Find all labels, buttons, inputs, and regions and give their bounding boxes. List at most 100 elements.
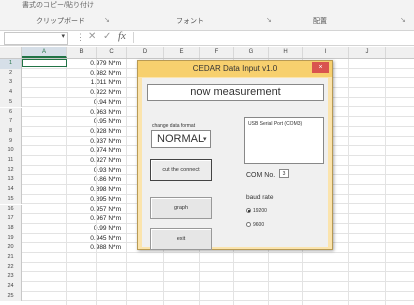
cell-value[interactable]: 1.011 N*m [73, 78, 121, 86]
cell-value[interactable]: 0.94 N*m [73, 98, 121, 106]
com-number-field[interactable]: 3 [279, 169, 289, 178]
formula-bar-divider: ⋮ [76, 32, 85, 42]
row-header[interactable]: 11 [0, 156, 22, 166]
select-all-corner[interactable] [0, 47, 22, 58]
cell-value[interactable]: 0.979 N*m [73, 59, 121, 67]
row-header[interactable]: 4 [0, 88, 22, 98]
chevron-down-icon[interactable]: ▾ [203, 135, 207, 143]
cell-value[interactable]: 0.93 N*m [73, 166, 121, 174]
row-header[interactable]: 16 [0, 204, 22, 215]
dialog-title: CEDAR Data Input v1.0 [192, 64, 278, 73]
cancel-icon[interactable]: ✕ [88, 31, 96, 42]
clipboard-group-label: クリップボード [36, 18, 85, 25]
cell-value[interactable]: 0.895 N*m [73, 195, 121, 203]
column-headers: ABCDEFGHIJ [0, 47, 414, 59]
insert-function-button[interactable]: fx [118, 30, 126, 42]
formula-input[interactable] [133, 32, 412, 43]
radio-selected-icon[interactable] [246, 208, 251, 214]
cell-value[interactable]: 0.982 N*m [73, 69, 121, 77]
cell-value[interactable]: 0.928 N*m [73, 127, 121, 135]
cut-connect-button[interactable]: cut the connect [150, 159, 212, 181]
column-header[interactable]: H [269, 47, 303, 58]
clipboard-launcher-icon[interactable]: ↘ [104, 16, 110, 24]
exit-button[interactable]: exit [150, 228, 212, 250]
table-row: 24 [0, 282, 414, 292]
format-painter-label[interactable]: 書式のコピー/貼り付け [22, 0, 94, 10]
column-gridline [126, 59, 127, 305]
row-header[interactable]: 14 [0, 185, 22, 195]
measurement-display: now measurement [147, 84, 324, 101]
column-header[interactable]: I [303, 47, 349, 58]
radio-unselected-icon[interactable] [246, 222, 251, 228]
baud-option-label: 9600 [253, 222, 265, 228]
row-header[interactable]: 8 [0, 126, 22, 137]
data-format-select[interactable]: NORMAL ▾ [151, 130, 211, 148]
table-row: 23 [0, 272, 414, 283]
column-header[interactable]: F [200, 47, 234, 58]
cell-value[interactable]: 0.99 N*m [73, 224, 121, 232]
cell-value[interactable]: 0.963 N*m [73, 108, 121, 116]
row-header[interactable]: 25 [0, 291, 22, 302]
active-cell-a1[interactable] [22, 59, 67, 67]
row-header[interactable]: 1 [0, 59, 22, 69]
cell-value[interactable]: 0.95 N*m [73, 117, 121, 125]
cell-value[interactable]: 0.974 N*m [73, 146, 121, 154]
row-header[interactable]: 13 [0, 175, 22, 186]
row-header[interactable]: 10 [0, 146, 22, 156]
usb-port-listbox[interactable]: USB Serial Port (COM3) [244, 117, 324, 164]
chevron-down-icon[interactable]: ▾ [61, 32, 65, 40]
column-header[interactable]: E [164, 47, 200, 58]
row-header[interactable]: 12 [0, 165, 22, 176]
ribbon: 書式のコピー/貼り付け クリップボード ↘ フォント ↘ 配置 ↘ [0, 0, 414, 31]
row-header[interactable]: 2 [0, 68, 22, 79]
row-header[interactable]: 21 [0, 253, 22, 263]
row-header[interactable]: 5 [0, 97, 22, 108]
column-header[interactable]: J [349, 47, 386, 58]
row-header[interactable]: 3 [0, 78, 22, 89]
row-header[interactable]: 7 [0, 117, 22, 127]
cedar-dialog: CEDAR Data Input v1.0 × now measurement … [137, 60, 333, 250]
row-header[interactable]: 6 [0, 107, 22, 118]
row-header[interactable]: 20 [0, 243, 22, 253]
cell-value[interactable]: 0.945 N*m [73, 234, 121, 242]
column-header[interactable]: A [22, 47, 67, 58]
column-header[interactable]: C [97, 47, 127, 58]
alignment-launcher-icon[interactable]: ↘ [400, 16, 406, 24]
row-header[interactable]: 22 [0, 262, 22, 273]
cell-value[interactable]: 0.922 N*m [73, 88, 121, 96]
baud-radio-19200[interactable]: 19200 [246, 208, 267, 214]
row-header[interactable]: 17 [0, 214, 22, 224]
enter-check-icon[interactable]: ✓ [103, 31, 111, 42]
cell-value[interactable]: 0.86 N*m [73, 175, 121, 183]
row-header[interactable]: 18 [0, 223, 22, 234]
row-header[interactable]: 9 [0, 136, 22, 147]
cell-value[interactable]: 0.957 N*m [73, 205, 121, 213]
dialog-titlebar[interactable]: CEDAR Data Input v1.0 × [138, 61, 332, 77]
column-header[interactable]: B [67, 47, 97, 58]
row-header[interactable]: 23 [0, 272, 22, 283]
baud-radio-9600[interactable]: 9600 [246, 222, 264, 228]
data-format-value: NORMAL [157, 133, 205, 145]
name-box[interactable]: ▾ [4, 32, 68, 45]
cell-value[interactable]: 0.927 N*m [73, 156, 121, 164]
graph-button[interactable]: graph [150, 197, 212, 219]
font-group-label: フォント [176, 18, 204, 25]
baud-rate-label: baud rate [246, 194, 274, 201]
data-format-label: change data format [152, 123, 196, 129]
column-header[interactable]: D [127, 47, 164, 58]
font-launcher-icon[interactable]: ↘ [266, 16, 272, 24]
cell-value[interactable]: 0.937 N*m [73, 137, 121, 145]
cell-value[interactable]: 0.898 N*m [73, 185, 121, 193]
close-icon[interactable]: × [312, 62, 329, 73]
cell-value[interactable]: 0.988 N*m [73, 243, 121, 251]
column-gridline [385, 59, 386, 305]
column-gridline [66, 59, 67, 305]
column-gridline [348, 59, 349, 305]
row-header[interactable]: 15 [0, 194, 22, 205]
row-header[interactable]: 24 [0, 282, 22, 292]
column-header[interactable]: G [234, 47, 269, 58]
table-row: 25 [0, 291, 414, 302]
cell-value[interactable]: 0.967 N*m [73, 214, 121, 222]
row-header[interactable]: 19 [0, 233, 22, 244]
column-gridline [96, 59, 97, 305]
